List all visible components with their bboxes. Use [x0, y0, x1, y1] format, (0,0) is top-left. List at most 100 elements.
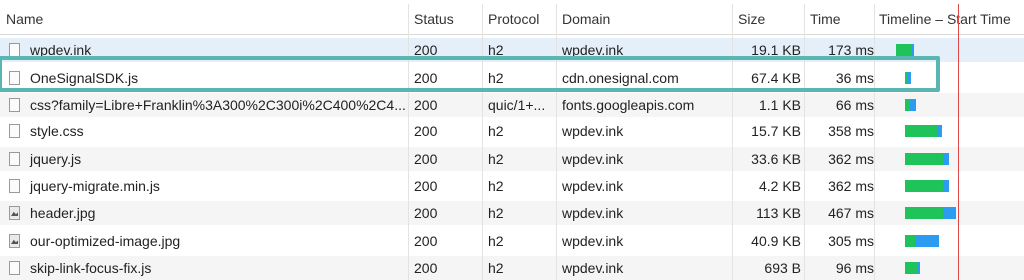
request-domain: wpdev.ink	[562, 260, 624, 276]
request-time: 467 ms	[828, 205, 874, 221]
request-protocol: h2	[488, 205, 504, 221]
timeline-bar-receiving	[910, 99, 916, 111]
request-timeline	[874, 174, 1024, 198]
request-protocol: h2	[488, 151, 504, 167]
request-name: header.jpg	[30, 205, 96, 221]
timeline-bar-waiting	[896, 44, 912, 56]
request-status: 200	[414, 233, 438, 249]
column-header-size[interactable]: Size	[732, 4, 804, 34]
timeline-bar-waiting	[905, 180, 943, 192]
request-protocol: h2	[488, 42, 504, 58]
timeline-bar-waiting	[905, 153, 943, 165]
column-header-time[interactable]: Time	[804, 4, 874, 34]
request-domain: wpdev.ink	[562, 178, 624, 194]
request-status: 200	[414, 42, 438, 58]
column-divider[interactable]	[732, 4, 733, 280]
request-name: wpdev.ink	[30, 42, 92, 58]
request-size: 15.7 KB	[751, 123, 801, 139]
timeline-bar-receiving	[943, 153, 949, 165]
table-row[interactable]: header.jpg 200 h2 wpdev.ink 113 KB 467 ms	[0, 201, 1024, 225]
request-size: 113 KB	[756, 205, 801, 221]
request-name: style.css	[30, 123, 84, 139]
column-header-protocol[interactable]: Protocol	[482, 4, 556, 34]
table-header: Name Status Protocol Domain Size Time Ti…	[0, 4, 1024, 35]
request-size: 67.4 KB	[751, 70, 801, 86]
request-time: 96 ms	[835, 260, 874, 276]
timeline-bar-waiting	[905, 125, 937, 137]
column-divider[interactable]	[804, 4, 805, 280]
timeline-bar-receiving	[917, 262, 920, 274]
column-divider[interactable]	[482, 4, 483, 280]
request-time: 36 ms	[835, 70, 874, 86]
request-status: 200	[414, 178, 438, 194]
request-status: 200	[414, 70, 438, 86]
request-domain: cdn.onesignal.com	[562, 70, 679, 86]
request-protocol: quic/1+...	[488, 97, 546, 113]
request-size: 693 B	[764, 260, 801, 276]
request-protocol: h2	[488, 70, 504, 86]
request-timeline	[874, 119, 1024, 143]
request-size: 40.9 KB	[751, 233, 801, 249]
timeline-bar-waiting	[905, 207, 943, 219]
table-row[interactable]: jquery.js 200 h2 wpdev.ink 33.6 KB 362 ms	[0, 147, 1024, 171]
request-name: OneSignalSDK.js	[30, 70, 139, 86]
column-header-status[interactable]: Status	[408, 4, 482, 34]
timeline-bar-receiving	[943, 180, 949, 192]
request-timeline	[874, 256, 1024, 280]
request-status: 200	[414, 123, 438, 139]
request-time: 362 ms	[828, 178, 874, 194]
request-name: jquery-migrate.min.js	[30, 178, 160, 194]
request-time: 66 ms	[835, 97, 874, 113]
request-domain: wpdev.ink	[562, 233, 624, 249]
table-row[interactable]: skip-link-focus-fix.js 200 h2 wpdev.ink 693 …	[0, 256, 1024, 280]
column-divider[interactable]	[408, 4, 409, 280]
request-protocol: h2	[488, 123, 504, 139]
request-timeline	[874, 66, 1024, 90]
timeline-bar-receiving	[915, 235, 939, 247]
request-size: 33.6 KB	[751, 151, 801, 167]
timeline-bar-receiving	[943, 207, 956, 219]
request-protocol: h2	[488, 178, 504, 194]
request-time: 173 ms	[828, 42, 874, 58]
request-timeline	[874, 93, 1024, 117]
table-row[interactable]: style.css 200 h2 wpdev.ink 15.7 KB 358 ms	[0, 119, 1024, 143]
request-timeline	[874, 147, 1024, 171]
request-time: 305 ms	[828, 233, 874, 249]
timeline-bar-receiving	[908, 72, 911, 84]
column-header-name[interactable]: Name	[0, 4, 408, 34]
table-row[interactable]: wpdev.ink 200 h2 wpdev.ink 19.1 KB 173 ms	[0, 38, 1024, 62]
table-row[interactable]: css?family=Libre+Franklin%3A300%2C300i%2…	[0, 93, 1024, 117]
request-status: 200	[414, 97, 438, 113]
request-timeline	[874, 229, 1024, 253]
request-protocol: h2	[488, 260, 504, 276]
network-requests-table: Name Status Protocol Domain Size Time Ti…	[0, 0, 1024, 280]
request-domain: fonts.googleapis.com	[562, 97, 695, 113]
column-header-timeline[interactable]: Timeline – Start Time	[874, 4, 1024, 34]
table-row[interactable]: our-optimized-image.jpg 200 h2 wpdev.ink 40.…	[0, 229, 1024, 253]
request-status: 200	[414, 151, 438, 167]
request-domain: wpdev.ink	[562, 42, 624, 58]
timeline-bar-receiving	[937, 125, 942, 137]
request-size: 1.1 KB	[758, 97, 801, 113]
request-name: jquery.js	[30, 151, 82, 167]
request-domain: wpdev.ink	[562, 151, 624, 167]
request-domain: wpdev.ink	[562, 123, 624, 139]
request-name: skip-link-focus-fix.js	[30, 260, 152, 276]
request-name: our-optimized-image.jpg	[30, 233, 181, 249]
request-time: 362 ms	[828, 151, 874, 167]
table-row[interactable]: jquery-migrate.min.js 200 h2 wpdev.ink 4.2 K…	[0, 174, 1024, 198]
timeline-bar-receiving	[912, 44, 914, 56]
request-name: css?family=Libre+Franklin%3A300%2C300i%2…	[30, 97, 406, 113]
request-domain: wpdev.ink	[562, 205, 624, 221]
request-status: 200	[414, 205, 438, 221]
column-divider[interactable]	[874, 4, 875, 280]
column-divider[interactable]	[556, 4, 557, 280]
timeline-bar-waiting	[905, 262, 917, 274]
table-row[interactable]: OneSignalSDK.js 200 h2 cdn.onesignal.com 67.…	[0, 66, 1024, 90]
request-time: 358 ms	[828, 123, 874, 139]
column-header-domain[interactable]: Domain	[556, 4, 732, 34]
request-size: 19.1 KB	[751, 42, 801, 58]
request-protocol: h2	[488, 233, 504, 249]
timeline-load-marker	[958, 4, 959, 280]
request-status: 200	[414, 260, 438, 276]
